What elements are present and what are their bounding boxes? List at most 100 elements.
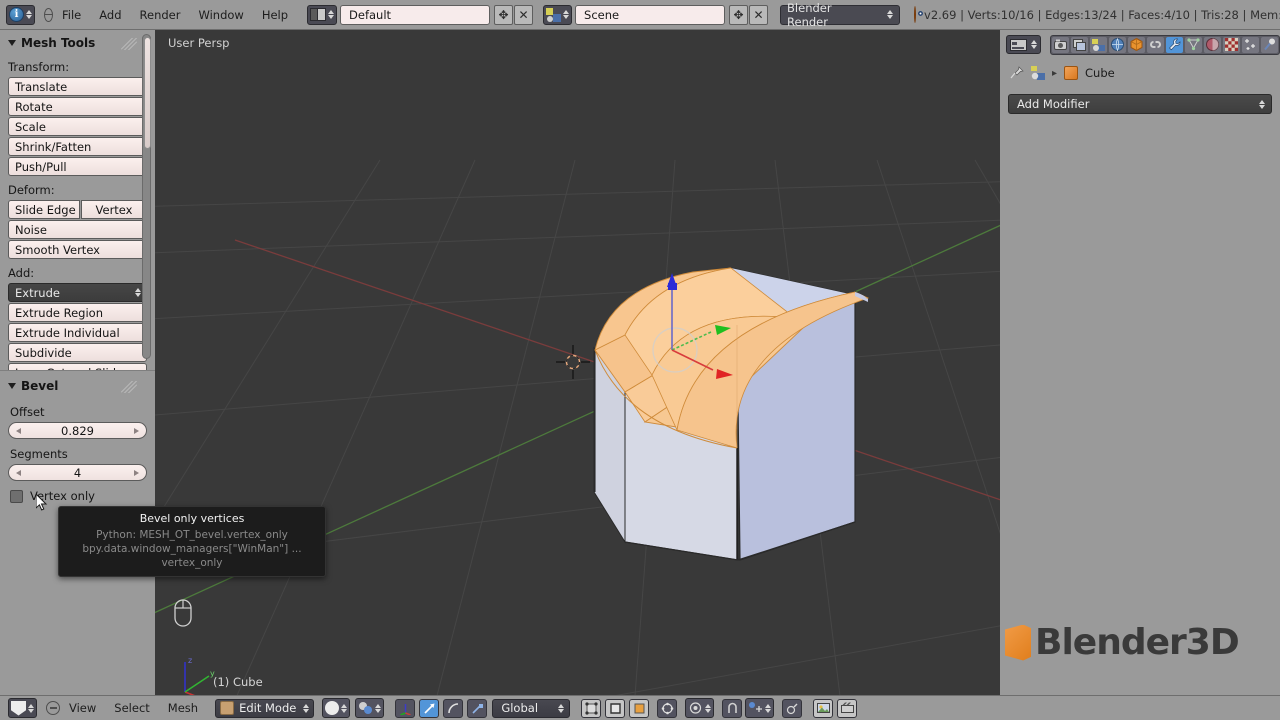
toolshelf-scrollbar[interactable]	[142, 34, 151, 359]
proportional-edit-button[interactable]	[782, 698, 803, 718]
limit-selection-icon	[661, 702, 674, 714]
tool-smooth-vertex[interactable]: Smooth Vertex	[8, 240, 147, 259]
vertex-select-button[interactable]	[581, 698, 602, 718]
scene-icon[interactable]	[1031, 66, 1045, 80]
add-layout-button[interactable]: ✥	[494, 4, 514, 25]
menu-mesh[interactable]: Mesh	[159, 698, 207, 718]
tool-push-pull[interactable]: Push/Pull	[8, 157, 147, 176]
remove-scene-button[interactable]: ✕	[749, 4, 769, 25]
face-select-icon	[634, 703, 645, 713]
bevel-panel-header[interactable]: Bevel	[0, 371, 155, 397]
scale-manipulator-button[interactable]	[467, 698, 488, 718]
tool-subdivide[interactable]: Subdivide	[8, 343, 147, 362]
manipulator-toggle[interactable]	[395, 698, 416, 718]
screen-layout-selector[interactable]	[307, 4, 338, 25]
interaction-mode-dropdown[interactable]: Edit Mode	[215, 698, 315, 718]
bevel-panel-title: Bevel	[21, 379, 59, 393]
add-modifier-dropdown[interactable]: Add Modifier	[1008, 94, 1272, 114]
rotate-manipulator-button[interactable]	[443, 698, 464, 718]
transform-orientation-dropdown[interactable]: Global	[492, 698, 571, 718]
offset-label: Offset	[10, 405, 45, 419]
modifier-tab[interactable]	[1166, 36, 1183, 53]
object-tab[interactable]	[1128, 36, 1145, 53]
face-select-button[interactable]	[629, 698, 650, 718]
add-modifier-label: Add Modifier	[1017, 97, 1090, 111]
tool-shrink-fatten[interactable]: Shrink/Fatten	[8, 137, 147, 156]
vertex-only-row[interactable]: Vertex only	[0, 481, 155, 503]
remove-layout-button[interactable]: ✕	[514, 4, 534, 25]
editor-type-selector[interactable]	[1006, 35, 1041, 54]
breadcrumb-separator-icon: ▸	[1052, 67, 1058, 79]
vertex-only-checkbox[interactable]	[10, 489, 23, 503]
scene-selector[interactable]	[543, 4, 573, 25]
material-tab[interactable]	[1204, 36, 1221, 53]
menu-file[interactable]: File	[53, 5, 90, 25]
render-animation-button[interactable]	[837, 698, 858, 718]
pin-icon[interactable]	[1010, 66, 1024, 80]
pivot-point-icon	[690, 702, 702, 714]
scene-tab[interactable]	[1090, 36, 1107, 53]
constraints-tab[interactable]	[1147, 36, 1164, 53]
tool-translate[interactable]: Translate	[8, 77, 147, 96]
properties-editor: ▸ Cube Add Modifier Blender3D	[1000, 30, 1280, 695]
blender3d-watermark: Blender3D	[1005, 622, 1240, 663]
chevron-down-icon	[8, 40, 16, 46]
editor-type-selector[interactable]	[8, 698, 37, 718]
snap-magnet-button[interactable]	[722, 698, 743, 718]
menu-render[interactable]: Render	[131, 5, 190, 25]
properties-tab-bar	[1000, 30, 1280, 56]
chevron-updown-icon	[1259, 99, 1265, 109]
transform-group-label: Transform:	[8, 60, 70, 74]
scene-name-field[interactable]: Scene	[575, 4, 726, 25]
viewport-shading-dropdown[interactable]	[322, 698, 351, 718]
tool-slide-edge[interactable]: Slide Edge	[8, 200, 80, 219]
menu-select[interactable]: Select	[105, 698, 158, 718]
tooltip-title: Bevel only vertices	[139, 512, 245, 525]
render-tab[interactable]	[1052, 36, 1069, 53]
tool-extrude-individual[interactable]: Extrude Individual	[8, 323, 147, 342]
toolshelf-scrollbar-thumb[interactable]	[144, 37, 151, 149]
mesh-tools-panel-header[interactable]: Mesh Tools	[0, 30, 155, 54]
collapse-menu-button[interactable]	[44, 7, 53, 22]
tool-scale[interactable]: Scale	[8, 117, 147, 136]
chevron-updown-icon	[705, 703, 712, 713]
particles-tab[interactable]	[1242, 36, 1259, 53]
chevron-updown-icon	[341, 703, 348, 713]
render-engine-dropdown[interactable]: Blender Render	[780, 1, 901, 29]
edge-select-icon	[610, 702, 621, 714]
world-tab[interactable]	[1109, 36, 1126, 53]
tool-noise[interactable]: Noise	[8, 220, 147, 239]
segments-value: 4	[73, 465, 82, 480]
limit-selection-button[interactable]	[657, 698, 678, 718]
translate-manipulator-button[interactable]	[419, 698, 440, 718]
render-image-button[interactable]	[813, 698, 834, 718]
menu-add[interactable]: Add	[90, 5, 130, 25]
data-tab[interactable]	[1185, 36, 1202, 53]
texture-tab[interactable]	[1223, 36, 1240, 53]
tool-slide-vertex[interactable]: Vertex	[81, 200, 147, 219]
window-type-selector[interactable]: i	[6, 4, 35, 25]
extrude-dropdown-label: Extrude	[15, 285, 60, 300]
layout-name-field[interactable]: Default	[340, 4, 491, 25]
tool-rotate[interactable]: Rotate	[8, 97, 147, 116]
edge-select-button[interactable]	[605, 698, 626, 718]
chevron-updown-icon	[563, 10, 570, 19]
menu-view[interactable]: View	[60, 698, 105, 718]
3d-viewport[interactable]: User Persp z x y (1) Cube	[155, 30, 1000, 695]
pivot-point-dropdown[interactable]	[685, 698, 715, 718]
render-layers-tab[interactable]	[1071, 36, 1088, 53]
snap-target-dropdown[interactable]	[745, 698, 775, 718]
physics-tab[interactable]	[1261, 36, 1278, 53]
segments-slider[interactable]: 4	[8, 464, 147, 481]
menu-window[interactable]: Window	[189, 5, 252, 25]
add-scene-button[interactable]: ✥	[729, 4, 749, 25]
scene-layers-selector[interactable]	[355, 698, 385, 718]
chevron-updown-icon	[375, 703, 382, 713]
collapse-header-button[interactable]	[46, 701, 60, 715]
offset-slider[interactable]: 0.829	[8, 422, 147, 439]
menu-help[interactable]: Help	[253, 5, 297, 25]
render-animation-icon	[840, 702, 854, 713]
chevron-updown-icon	[28, 703, 34, 713]
extrude-dropdown[interactable]: Extrude	[8, 283, 147, 302]
tool-extrude-region[interactable]: Extrude Region	[8, 303, 147, 322]
